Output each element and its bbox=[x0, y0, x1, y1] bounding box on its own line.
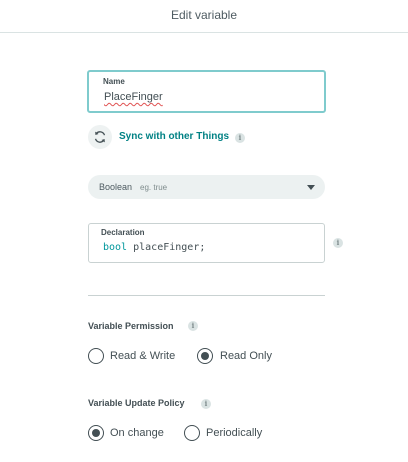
declaration-label: Declaration bbox=[101, 228, 145, 237]
type-select-value: Boolean bbox=[99, 182, 133, 192]
radio-read-only-label[interactable]: Read Only bbox=[220, 350, 272, 362]
radio-read-write-label[interactable]: Read & Write bbox=[110, 350, 175, 362]
name-field-value[interactable]: PlaceFinger bbox=[104, 91, 163, 103]
radio-read-only[interactable] bbox=[197, 348, 213, 364]
chevron-down-icon bbox=[307, 185, 315, 190]
declaration-code: bool placeFinger; bbox=[103, 242, 205, 253]
radio-on-change[interactable] bbox=[88, 425, 104, 441]
update-policy-title: Variable Update Policy bbox=[88, 398, 185, 408]
radio-on-change-label[interactable]: On change bbox=[110, 427, 164, 439]
name-field-label: Name bbox=[103, 77, 125, 86]
declaration-identifier: placeFinger; bbox=[127, 242, 206, 253]
type-select-hint: eg. true bbox=[140, 183, 168, 192]
type-select[interactable]: Boolean eg. true bbox=[88, 175, 325, 199]
radio-periodically-label[interactable]: Periodically bbox=[206, 427, 262, 439]
declaration-info-icon[interactable]: i bbox=[333, 238, 343, 248]
declaration-keyword: bool bbox=[103, 242, 128, 253]
section-divider bbox=[88, 295, 325, 296]
radio-periodically[interactable] bbox=[184, 425, 200, 441]
update-policy-info-icon[interactable]: i bbox=[201, 399, 211, 409]
sync-info-icon[interactable]: i bbox=[235, 133, 245, 143]
sync-button[interactable] bbox=[88, 125, 112, 149]
dialog-header: Edit variable bbox=[0, 0, 408, 33]
permission-title: Variable Permission bbox=[88, 321, 174, 331]
sync-label[interactable]: Sync with other Things bbox=[119, 131, 229, 142]
declaration-field[interactable]: Declaration bool placeFinger; bbox=[88, 223, 325, 263]
permission-info-icon[interactable]: i bbox=[188, 321, 198, 331]
radio-read-write[interactable] bbox=[88, 348, 104, 364]
name-field[interactable]: Name PlaceFinger bbox=[87, 70, 326, 113]
sync-icon bbox=[94, 131, 106, 143]
dialog-title: Edit variable bbox=[170, 8, 238, 22]
